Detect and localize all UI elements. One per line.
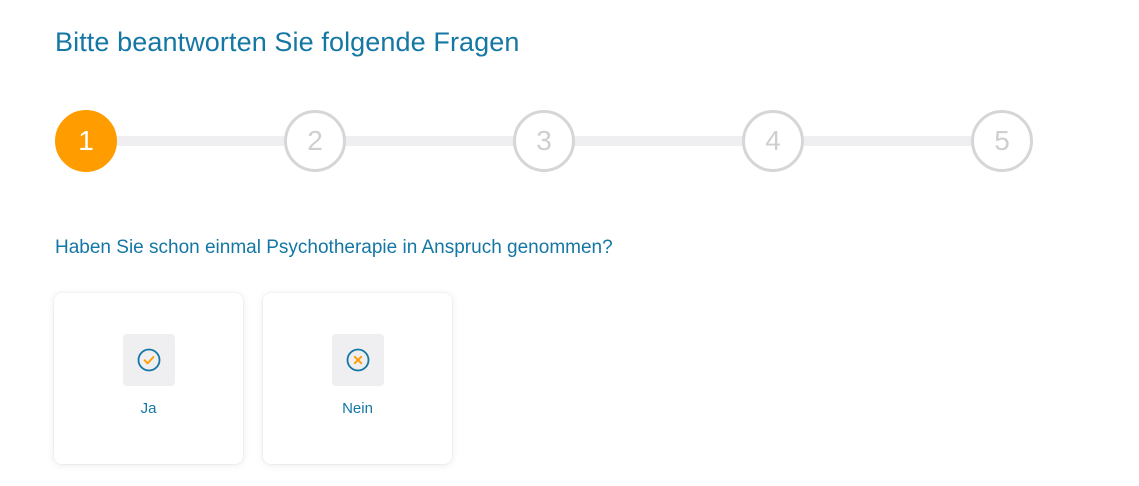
page-title: Bitte beantworten Sie folgende Fragen [55, 27, 520, 57]
answer-option-label: Nein [342, 400, 373, 417]
answer-options: Ja Nein [54, 293, 452, 464]
answer-option-label: Ja [140, 400, 157, 417]
step-4[interactable]: 4 [742, 110, 804, 172]
step-5[interactable]: 5 [971, 110, 1033, 172]
x-circle-icon [331, 334, 384, 386]
step-1[interactable]: 1 [55, 110, 117, 172]
progress-stepper: 1 2 3 4 5 [55, 110, 1033, 172]
question-text: Haben Sie schon einmal Psychotherapie in… [55, 237, 613, 258]
answer-option-nein[interactable]: Nein [263, 293, 452, 464]
step-3[interactable]: 3 [513, 110, 575, 172]
check-circle-icon [122, 334, 175, 386]
answer-option-ja[interactable]: Ja [54, 293, 243, 464]
step-2[interactable]: 2 [284, 110, 346, 172]
